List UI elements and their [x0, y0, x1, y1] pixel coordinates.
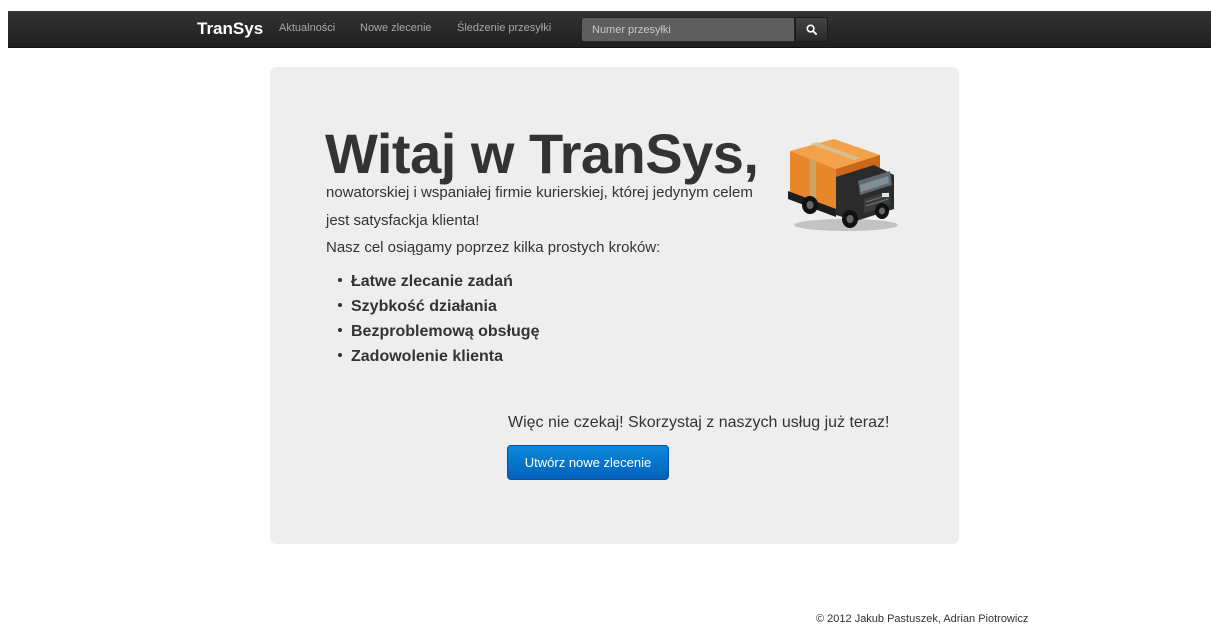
nav-link-nowe-zlecenie[interactable]: Nowe zlecenie: [360, 22, 432, 34]
steps-list: Łatwe zlecanie zadań Szybkość działania …: [326, 269, 539, 369]
tracking-number-input[interactable]: [581, 17, 795, 42]
hero-lead: Nasz cel osiągamy poprzez kilka prostych…: [326, 239, 661, 256]
search-button[interactable]: [795, 17, 828, 42]
list-item: Bezproblemową obsługę: [326, 319, 539, 344]
cta-text: Więc nie czekaj! Skorzystaj z naszych us…: [508, 414, 890, 431]
list-item: Zadowolenie klienta: [326, 344, 539, 369]
list-item: Szybkość działania: [326, 294, 539, 319]
hero-unit: Witaj w TranSys, nowatorskiej i wspaniał…: [270, 67, 959, 544]
hero-subtitle: nowatorskiej i wspaniałej firmie kuriers…: [326, 184, 753, 229]
footer-copyright: © 2012 Jakub Pastuszek, Adrian Piotrowic…: [816, 613, 1029, 625]
brand-link[interactable]: TranSys: [197, 19, 263, 39]
delivery-truck-icon: [788, 139, 898, 231]
create-order-button[interactable]: Utwórz nowe zlecenie: [507, 445, 669, 480]
top-navbar: TranSys Aktualności Nowe zlecenie Śledze…: [8, 11, 1211, 48]
list-item: Łatwe zlecanie zadań: [326, 269, 539, 294]
nav-link-sledzenie-przesylki[interactable]: Śledzenie przesyłki: [457, 22, 551, 34]
search-icon: [806, 24, 817, 35]
hero-title: Witaj w TranSys,: [325, 122, 759, 185]
nav-link-aktualnosci[interactable]: Aktualności: [279, 22, 335, 34]
